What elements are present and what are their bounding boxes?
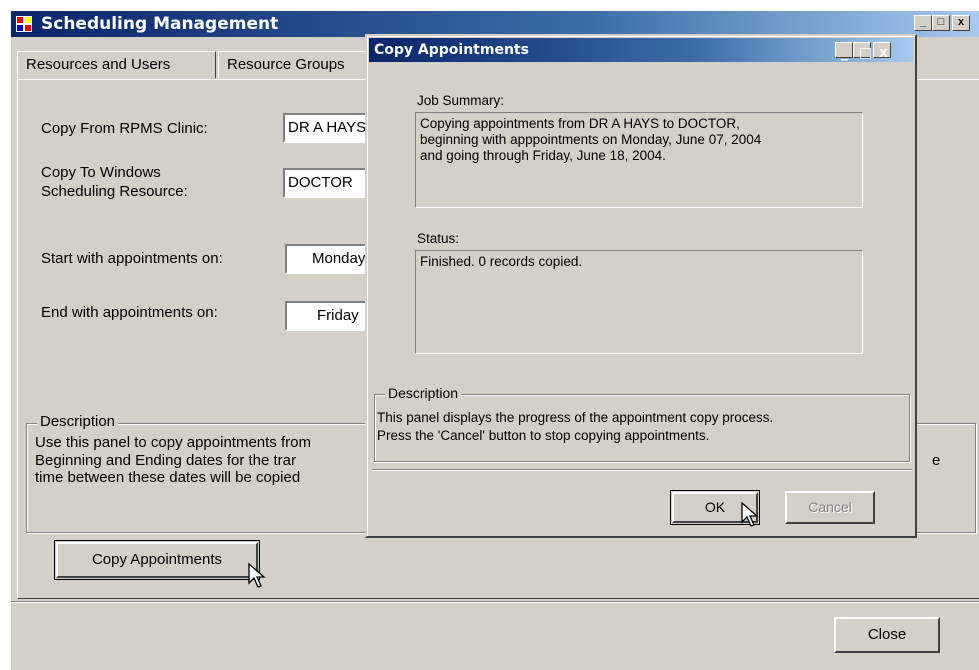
copy-appointments-button[interactable]: Copy Appointments (56, 542, 258, 578)
dialog-separator (372, 469, 912, 471)
maximize-icon: □ (859, 45, 873, 61)
copy-from-label: Copy From RPMS Clinic: (41, 120, 208, 137)
tab-resources-and-users[interactable]: Resources and Users (17, 51, 216, 79)
description-line-2: Beginning and Ending dates for the trar (35, 452, 297, 469)
copy-to-label-line1: Copy To Windows (41, 164, 161, 181)
description-line-3: time between these dates will be copied (35, 469, 301, 486)
dialog-description-groupbox: Description This panel displays the prog… (374, 385, 910, 462)
footer-separator (11, 601, 979, 603)
status-text: Finished. 0 records copied. (420, 254, 583, 269)
cancel-button: Cancel (785, 491, 875, 524)
status-box: Finished. 0 records copied. (415, 250, 863, 354)
close-button[interactable]: Close (834, 617, 940, 653)
copy-appointments-button-frame: Copy Appointments (54, 540, 260, 580)
job-summary-line-1: Copying appointments from DR A HAYS to D… (420, 116, 740, 131)
minimize-button[interactable]: _ (914, 15, 932, 31)
job-summary-label: Job Summary: (417, 93, 505, 108)
start-date-label: Start with appointments on: (41, 250, 223, 267)
dialog-minimize-button[interactable]: _ (835, 42, 853, 61)
copy-to-label-line2: Scheduling Resource: (41, 183, 188, 200)
dialog-title-bar[interactable]: Copy Appointments _ □ x (369, 38, 913, 62)
close-icon: x (957, 16, 965, 28)
job-summary-box: Copying appointments from DR A HAYS to D… (415, 112, 863, 208)
dialog-maximize-button[interactable]: □ (853, 42, 873, 61)
dialog-close-button[interactable]: x (873, 42, 891, 61)
maximize-button[interactable]: □ (932, 15, 950, 31)
mouse-cursor-icon (741, 502, 759, 527)
description-line-1: Use this panel to copy appointments from (35, 434, 311, 451)
mouse-cursor-icon (248, 563, 266, 588)
end-date-label: End with appointments on: (41, 304, 218, 321)
minimize-icon: _ (919, 16, 927, 28)
close-icon: x (879, 45, 889, 61)
job-summary-line-2: beginning with apppointments on Monday, … (420, 132, 762, 147)
copy-appointments-dialog: Copy Appointments _ □ x Job Summary: Cop… (365, 34, 917, 538)
close-window-button[interactable]: x (952, 15, 970, 31)
status-label: Status: (417, 231, 460, 246)
app-icon (16, 16, 32, 32)
dialog-title: Copy Appointments (374, 42, 529, 58)
maximize-icon: □ (937, 16, 945, 28)
description-title: Description (37, 413, 119, 430)
dialog-description-line-1: This panel displays the progress of the … (377, 410, 774, 425)
dialog-description-line-2: Press the 'Cancel' button to stop copyin… (377, 428, 710, 443)
job-summary-line-3: and going through Friday, June 18, 2004. (420, 148, 666, 163)
dialog-description-title: Description (385, 385, 462, 401)
description-overflow-text: e (932, 452, 941, 469)
main-window-title: Scheduling Management (41, 14, 279, 34)
tab-resource-groups[interactable]: Resource Groups (218, 51, 378, 79)
minimize-icon: _ (841, 45, 848, 61)
